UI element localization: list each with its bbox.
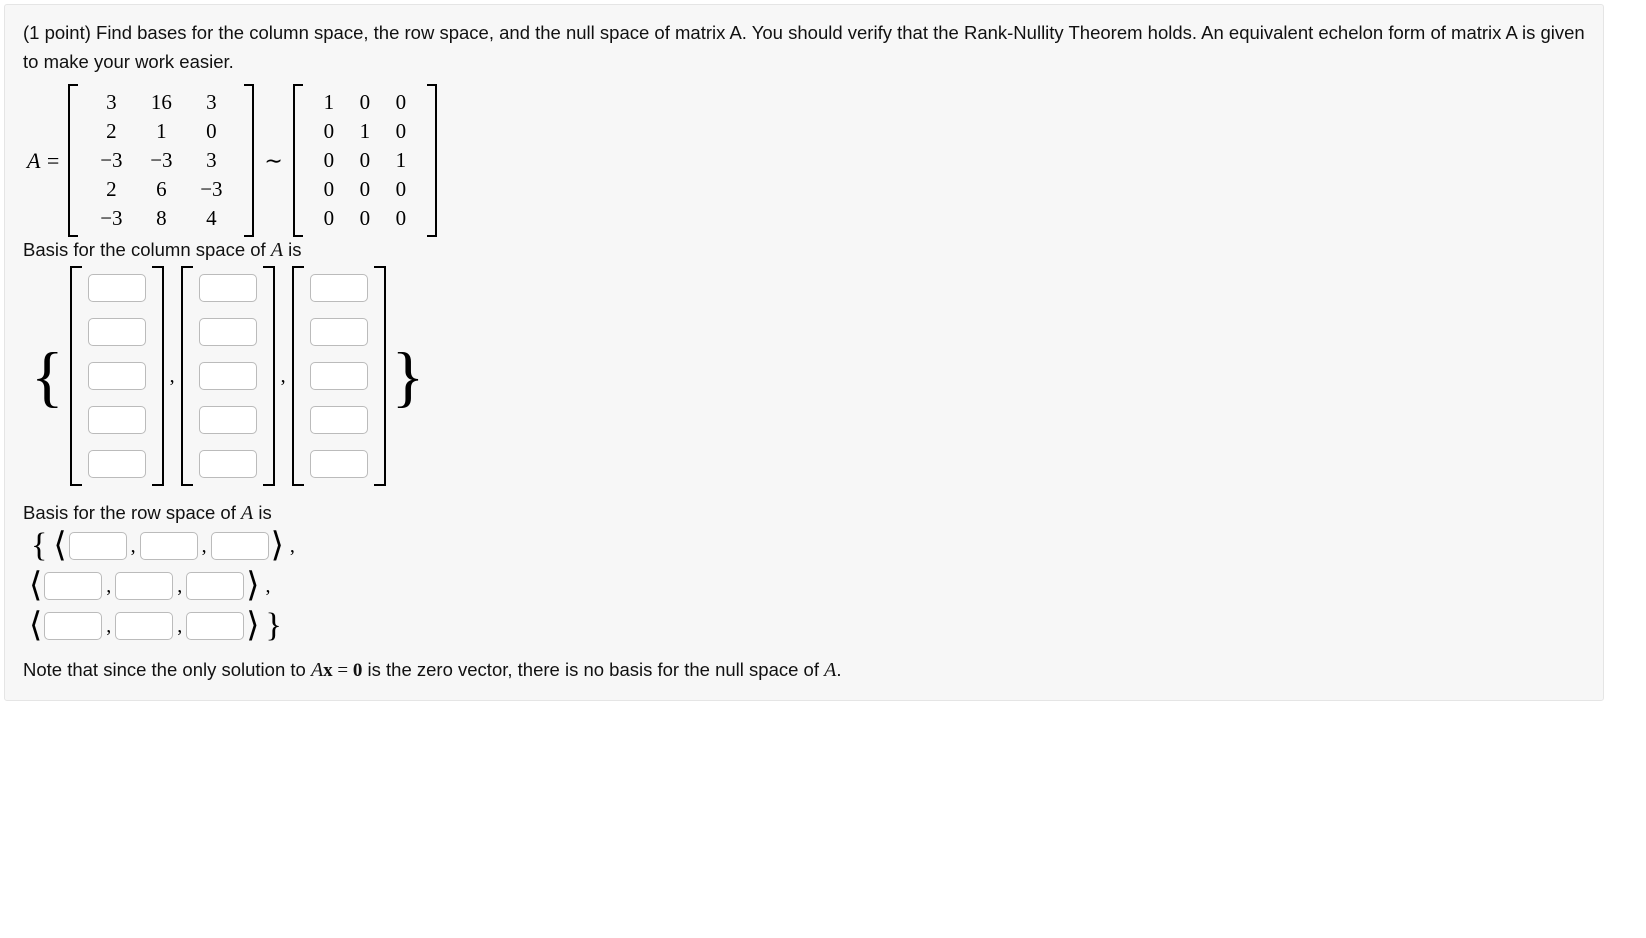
row-basis-label: Basis for the row space of A is: [23, 502, 1585, 525]
matrix-lhs: A =: [27, 148, 66, 174]
row1-entry2[interactable]: [140, 532, 198, 560]
col1-entry5[interactable]: [88, 450, 146, 478]
col-vector-2: [181, 266, 275, 486]
matrix-equation: A = 3163 210 −3−33 26−3 −384 ∼ 100 010 0…: [27, 84, 1585, 237]
points-label: (1 point): [23, 22, 91, 43]
row3-entry1[interactable]: [44, 612, 102, 640]
right-brace: }: [388, 342, 429, 410]
row2-entry1[interactable]: [44, 572, 102, 600]
col1-entry2[interactable]: [88, 318, 146, 346]
col3-entry1[interactable]: [310, 274, 368, 302]
row2-entry3[interactable]: [186, 572, 244, 600]
row1-entry1[interactable]: [69, 532, 127, 560]
col2-entry3[interactable]: [199, 362, 257, 390]
null-space-note: Note that since the only solution to Ax …: [23, 659, 1585, 682]
col1-entry4[interactable]: [88, 406, 146, 434]
problem-container: (1 point) Find bases for the column spac…: [4, 4, 1604, 701]
tilde-symbol: ∼: [256, 148, 290, 174]
col3-entry3[interactable]: [310, 362, 368, 390]
instructions-text: Find bases for the column space, the row…: [23, 22, 1585, 72]
col3-entry4[interactable]: [310, 406, 368, 434]
col2-entry5[interactable]: [199, 450, 257, 478]
col1-entry3[interactable]: [88, 362, 146, 390]
row3-entry3[interactable]: [186, 612, 244, 640]
matrix-A: 3163 210 −3−33 26−3 −384: [68, 84, 254, 237]
col2-entry4[interactable]: [199, 406, 257, 434]
row1-entry3[interactable]: [211, 532, 269, 560]
row-vector-3: ⟨ , , ⟩ }: [27, 609, 1585, 643]
col2-entry2[interactable]: [199, 318, 257, 346]
col3-entry2[interactable]: [310, 318, 368, 346]
row3-entry2[interactable]: [115, 612, 173, 640]
col2-entry1[interactable]: [199, 274, 257, 302]
col-vector-1: [70, 266, 164, 486]
col3-entry5[interactable]: [310, 450, 368, 478]
column-basis-input-set: { , ,: [27, 266, 1585, 486]
column-basis-label: Basis for the column space of A is: [23, 239, 1585, 262]
col1-entry1[interactable]: [88, 274, 146, 302]
matrix-echelon: 100 010 001 000 000: [293, 84, 437, 237]
left-brace: {: [27, 342, 68, 410]
row2-entry2[interactable]: [115, 572, 173, 600]
col-vector-3: [292, 266, 386, 486]
row-basis-input-set: { ⟨ , , ⟩ , ⟨ , , ⟩ , ⟨ , , ⟩: [27, 529, 1585, 643]
row-vector-2: ⟨ , , ⟩ ,: [27, 569, 1585, 603]
problem-statement: (1 point) Find bases for the column spac…: [23, 19, 1585, 76]
row-vector-1: { ⟨ , , ⟩ ,: [27, 529, 1585, 563]
